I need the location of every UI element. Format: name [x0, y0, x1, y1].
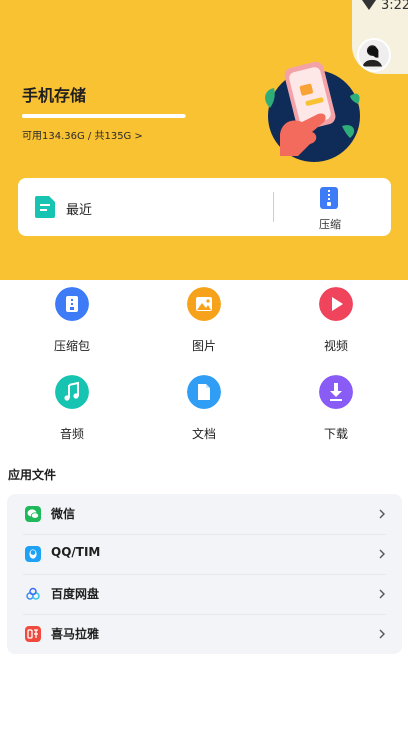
chevron-right-icon: >: [134, 131, 143, 142]
category-label: 视频: [323, 339, 348, 353]
quick-access-card: 最近 压缩: [18, 178, 391, 236]
play-icon: [319, 287, 353, 321]
category-label: 下载: [323, 427, 348, 441]
music-icon: [55, 375, 89, 409]
zip-icon: [320, 187, 338, 209]
category-label: 文档: [191, 427, 216, 441]
category-images[interactable]: 图片: [159, 287, 249, 359]
app-item-label: 微信: [51, 507, 76, 521]
app-item-label: 百度网盘: [51, 587, 100, 601]
zip-label: 压缩: [319, 218, 341, 231]
image-icon: [187, 287, 221, 321]
phone-illustration: [265, 61, 360, 162]
storage-detail-text: 可用134.36G / 共135G: [22, 131, 132, 142]
document-icon: [35, 196, 55, 218]
app-item-wechat[interactable]: 微信: [7, 494, 402, 534]
zip-button[interactable]: 压缩: [288, 178, 388, 236]
chevron-right-icon: [379, 629, 385, 639]
category-label: 压缩包: [53, 339, 90, 353]
storage-progress-fill: [22, 114, 186, 118]
category-label: 音频: [59, 427, 84, 441]
quick-divider: [273, 192, 274, 222]
app-item-qq[interactable]: QQ/TIM: [7, 534, 402, 574]
category-label: 图片: [191, 339, 216, 353]
storage-detail-link[interactable]: 可用134.36G / 共135G >: [22, 127, 143, 142]
avatar[interactable]: [357, 38, 391, 72]
storage-progress-bar: [22, 114, 186, 118]
archive-icon: [55, 287, 89, 321]
chevron-right-icon: [379, 589, 385, 599]
wechat-icon: [25, 506, 41, 522]
ximalaya-icon: [25, 626, 41, 642]
wifi-icon: [362, 0, 376, 10]
status-time: 3:22: [381, 0, 408, 13]
category-downloads[interactable]: 下载: [291, 375, 381, 447]
app-item-label: 喜马拉雅: [51, 627, 100, 641]
app-item-ximalaya[interactable]: 喜马拉雅: [7, 614, 402, 654]
app-files-title: 应用文件: [8, 468, 57, 482]
download-icon: [319, 375, 353, 409]
chevron-right-icon: [379, 549, 385, 559]
baidu-netdisk-icon: [26, 587, 40, 600]
category-documents[interactable]: 文档: [159, 375, 249, 447]
avatar-image: [359, 40, 386, 67]
category-archive[interactable]: 压缩包: [27, 287, 117, 359]
chevron-right-icon: [379, 509, 385, 519]
recent-button[interactable]: 最近: [18, 178, 268, 236]
app-item-label: QQ/TIM: [51, 545, 101, 559]
qq-icon: [25, 546, 41, 562]
category-videos[interactable]: 视频: [291, 287, 381, 359]
app-item-baidu-netdisk[interactable]: 百度网盘: [7, 574, 402, 614]
document-icon: [187, 375, 221, 409]
recent-label: 最近: [66, 203, 93, 218]
category-audio[interactable]: 音频: [27, 375, 117, 447]
storage-title: 手机存储: [22, 86, 87, 105]
app-files-list: 微信 QQ/TIM 百度网盘 喜马拉雅: [7, 494, 402, 654]
